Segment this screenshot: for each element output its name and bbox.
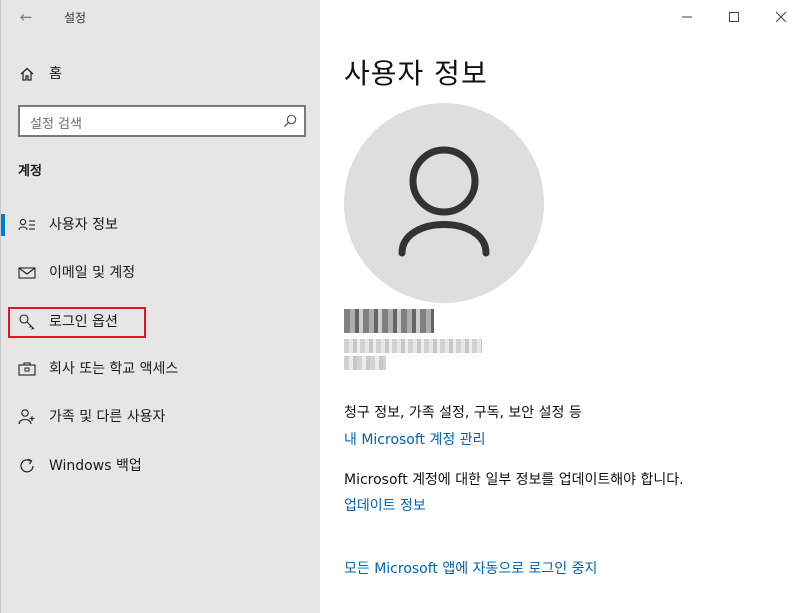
maximize-icon (729, 12, 739, 22)
sidebar: ← 설정 홈 설정 검색 계정 사용자 정보 이메일 및 계정 로그인 옵션 회… (0, 0, 320, 613)
maximize-button[interactable] (711, 3, 757, 31)
sidebar-item-label: 회사 또는 학교 액세스 (49, 361, 179, 377)
back-arrow-icon: ← (19, 8, 33, 26)
app-title: 설정 (64, 11, 87, 25)
sidebar-item-family[interactable]: 가족 및 다른 사용자 (1, 396, 321, 436)
search-input[interactable]: 설정 검색 (18, 105, 306, 137)
update-info-link[interactable]: 업데이트 정보 (344, 495, 426, 515)
highlight-box (8, 307, 146, 338)
sidebar-item-label: 가족 및 다른 사용자 (49, 409, 166, 425)
sidebar-item-label: Windows 백업 (49, 458, 142, 474)
close-button[interactable] (758, 3, 804, 31)
sidebar-item-user-info[interactable]: 사용자 정보 (1, 204, 321, 244)
page-title: 사용자 정보 (344, 57, 488, 90)
sidebar-item-label: 이메일 및 계정 (49, 265, 136, 281)
back-button[interactable]: ← (11, 4, 41, 30)
minimize-button[interactable] (664, 3, 710, 31)
account-email-redacted (344, 339, 482, 353)
section-header: 계정 (18, 164, 42, 179)
manage-account-link[interactable]: 내 Microsoft 계정 관리 (344, 429, 485, 449)
sidebar-item-windows-backup[interactable]: Windows 백업 (1, 445, 321, 485)
sidebar-item-home-label: 홈 (49, 66, 62, 82)
sidebar-item-home[interactable]: 홈 (1, 53, 321, 93)
sync-icon (18, 457, 36, 475)
user-avatar-icon (398, 146, 490, 257)
user-info-icon (18, 216, 36, 234)
mail-icon (18, 264, 36, 282)
person-add-icon (18, 408, 36, 426)
main-content: 사용자 정보 청구 정보, 가족 설정, 구독, 보안 설정 등 내 Micro… (320, 0, 804, 613)
close-icon (775, 11, 787, 23)
account-name-redacted (344, 309, 434, 333)
billing-info-text: 청구 정보, 가족 설정, 구독, 보안 설정 등 (344, 405, 582, 421)
home-icon (18, 65, 36, 83)
avatar[interactable] (344, 103, 544, 303)
stop-auto-signin-link[interactable]: 모든 Microsoft 앱에 자동으로 로그인 중지 (344, 558, 597, 578)
briefcase-icon (18, 360, 36, 378)
search-placeholder: 설정 검색 (30, 117, 82, 132)
sidebar-item-work-school[interactable]: 회사 또는 학교 액세스 (1, 348, 321, 388)
update-notice-text: Microsoft 계정에 대한 일부 정보를 업데이트해야 합니다. (344, 472, 684, 488)
sidebar-item-label: 사용자 정보 (49, 217, 118, 233)
search-icon (282, 113, 298, 129)
sidebar-item-email-accounts[interactable]: 이메일 및 계정 (1, 252, 321, 292)
account-type-redacted (344, 356, 386, 370)
minimize-icon (682, 16, 692, 18)
